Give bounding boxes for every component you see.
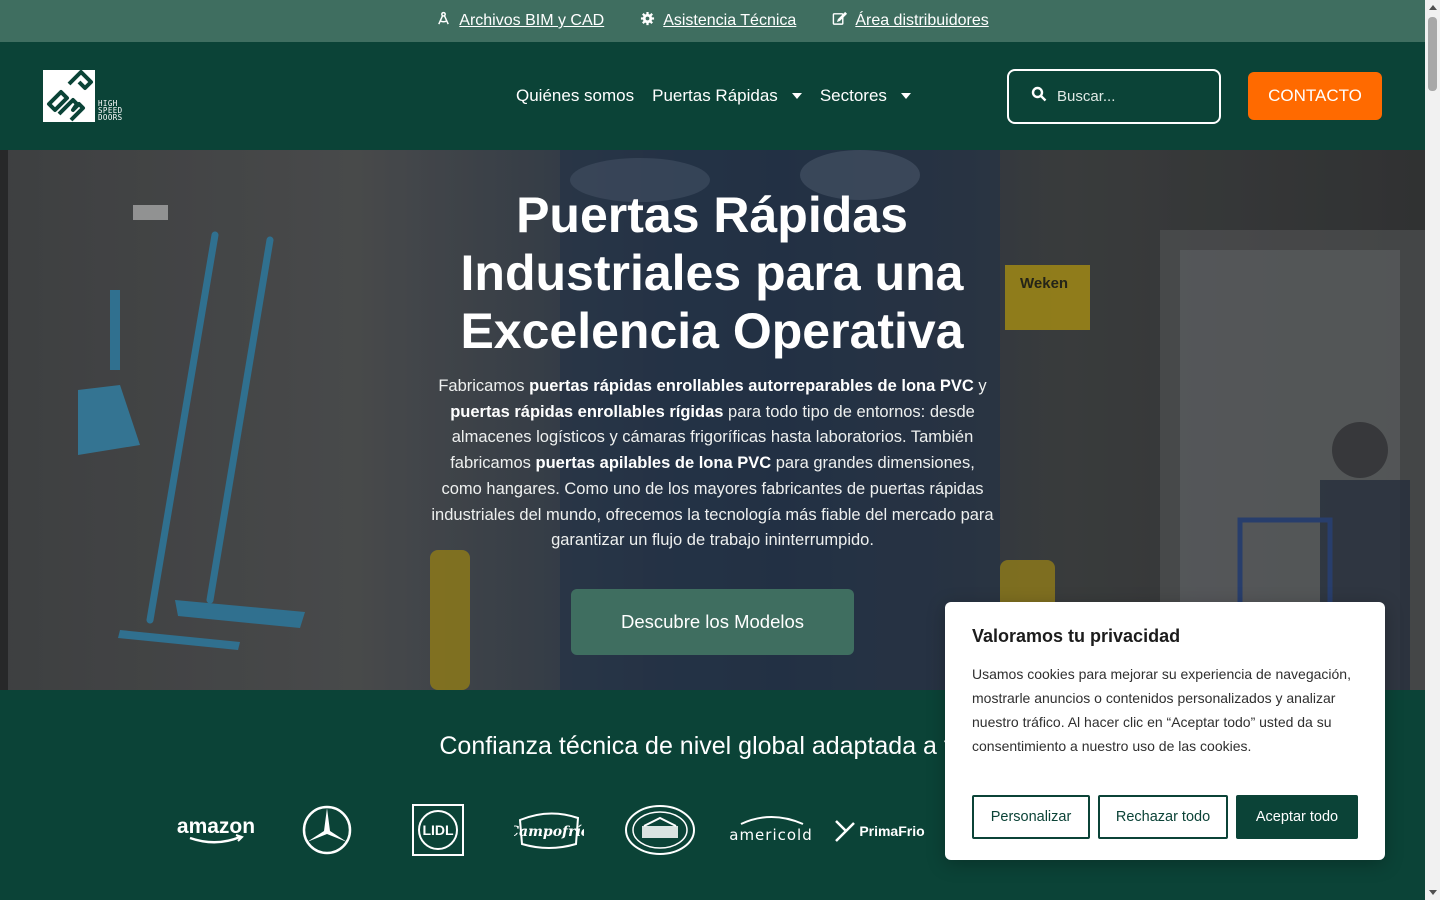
- customize-cookies-button[interactable]: Personalizar: [972, 795, 1090, 839]
- hero-title: Puertas Rápidas Industriales para una Ex…: [460, 187, 964, 359]
- logo-mark: [43, 70, 95, 122]
- gear-icon: [640, 11, 655, 31]
- nav-item-fast-doors[interactable]: Puertas Rápidas: [652, 86, 802, 106]
- reject-all-button[interactable]: Rechazar todo: [1098, 795, 1228, 839]
- technical-support-label: Asistencia Técnica: [663, 12, 797, 29]
- scroll-down-arrow-icon[interactable]: [1429, 890, 1437, 895]
- logo-wordmark: HIGH SPEED DOORS: [98, 99, 123, 122]
- technical-support-link[interactable]: Asistencia Técnica: [640, 11, 796, 31]
- brand-logo-amazon: amazon: [160, 798, 271, 862]
- brand-logo-mercedes: [271, 798, 382, 862]
- bim-cad-link[interactable]: Archivos BIM y CAD: [436, 11, 604, 31]
- page: Archivos BIM y CAD Asistencia Técnica Ár…: [0, 0, 1425, 900]
- scroll-up-arrow-icon[interactable]: [1429, 5, 1437, 10]
- brand-logo-lidl: LIDL: [382, 798, 493, 862]
- cookie-buttons: Personalizar Rechazar todo Aceptar todo: [972, 795, 1358, 839]
- cookie-title: Valoramos tu privacidad: [972, 626, 1181, 646]
- chevron-down-icon: [900, 93, 911, 99]
- edit-icon: [832, 11, 848, 31]
- nav-item-sectors[interactable]: Sectores: [820, 86, 911, 106]
- brand-logo-casa-tarradellas: [604, 798, 715, 862]
- brand-logo-primafrio: PrimaFrio: [826, 798, 937, 862]
- page-scrollbar[interactable]: [1425, 0, 1440, 900]
- svg-text:PrimaFrio: PrimaFrio: [859, 823, 924, 839]
- main-nav: Quiénes somos Puertas Rápidas Sectores: [516, 42, 911, 150]
- svg-text:americold: americold: [729, 826, 812, 844]
- brand-logo-americold: americold: [715, 798, 826, 862]
- top-utility-bar: Archivos BIM y CAD Asistencia Técnica Ár…: [0, 0, 1425, 42]
- drafting-compass-icon: [436, 11, 451, 31]
- search-box: [1007, 69, 1221, 124]
- cookie-consent-banner: Valoramos tu privacidad Usamos cookies p…: [945, 602, 1385, 860]
- contact-button[interactable]: CONTACTO: [1248, 72, 1382, 120]
- hero-description: Fabricamos puertas rápidas enrollables a…: [431, 377, 994, 550]
- svg-text:amazon: amazon: [176, 815, 254, 838]
- brand-logo-campofrio: Campofrío: [493, 798, 604, 862]
- bmp-logo[interactable]: HIGH SPEED DOORS: [43, 70, 123, 122]
- chevron-down-icon: [791, 93, 802, 99]
- accept-all-button[interactable]: Aceptar todo: [1236, 795, 1358, 839]
- bim-cad-label: Archivos BIM y CAD: [459, 12, 605, 29]
- search-input[interactable]: [1057, 88, 1207, 105]
- cookie-text: Usamos cookies para mejorar su experienc…: [972, 666, 1351, 754]
- nav-item-about[interactable]: Quiénes somos: [516, 86, 634, 106]
- scrollbar-thumb[interactable]: [1428, 17, 1437, 91]
- site-header: HIGH SPEED DOORS Quiénes somos Puertas R…: [0, 42, 1425, 150]
- client-logos: amazon LIDL ampofrí americold PrimaFrio: [160, 798, 937, 862]
- discover-models-button[interactable]: Descubre los Modelos: [571, 589, 854, 655]
- svg-text:Campofrío: Campofrío: [514, 824, 584, 840]
- search-icon[interactable]: [1031, 86, 1047, 107]
- distributors-area-label: Área distribuidores: [855, 12, 989, 29]
- svg-text:LIDL: LIDL: [422, 822, 454, 838]
- distributors-area-link[interactable]: Área distribuidores: [832, 11, 989, 31]
